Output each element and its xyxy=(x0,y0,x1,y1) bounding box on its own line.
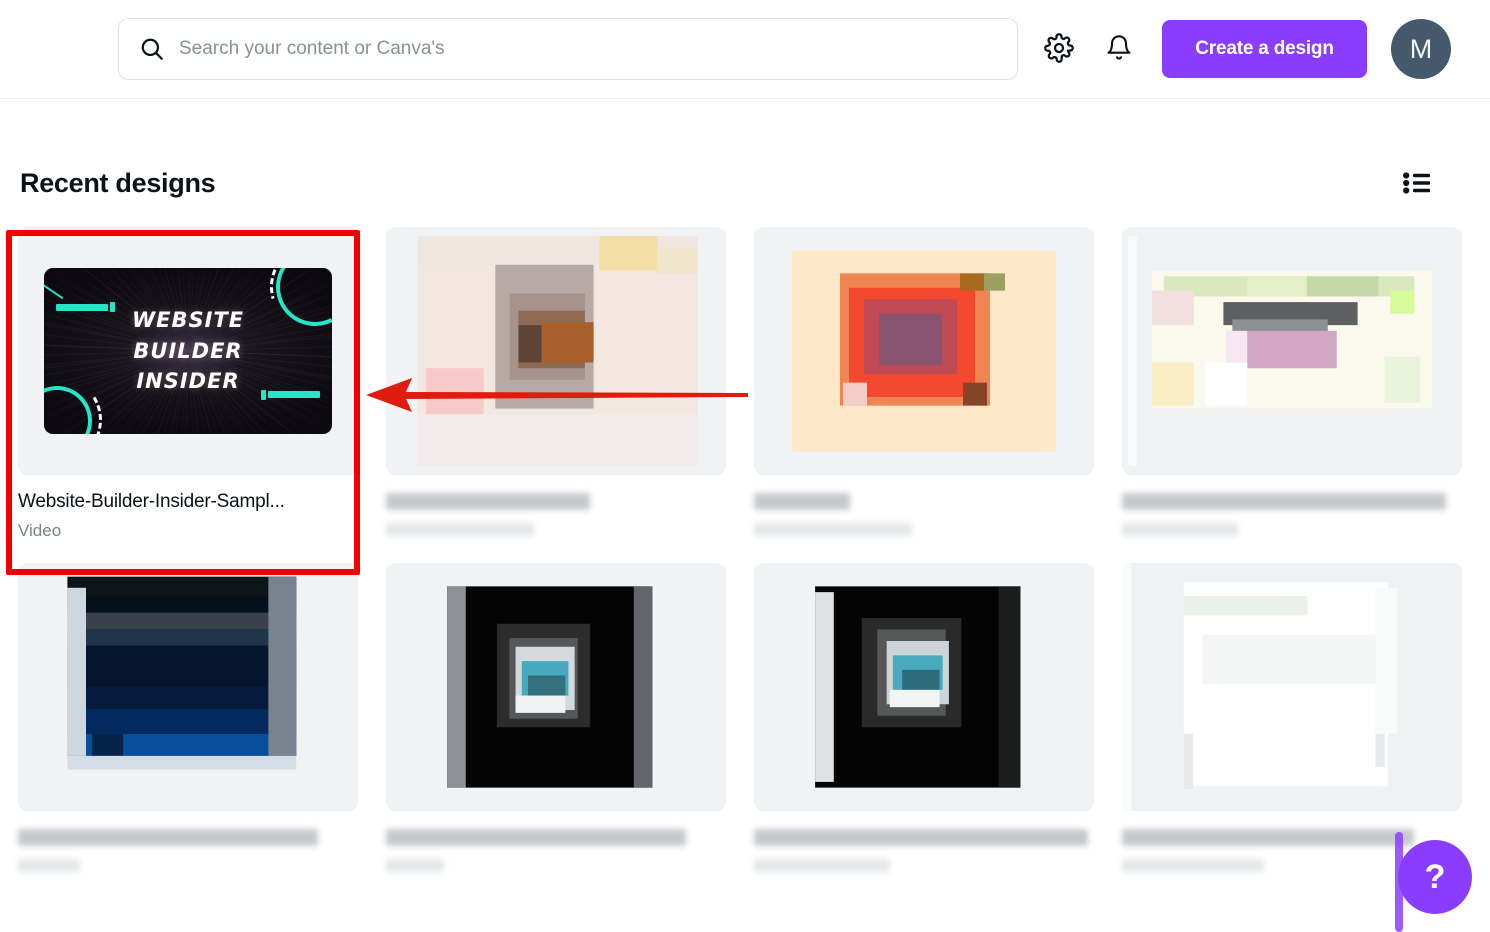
search-bar[interactable] xyxy=(118,18,1018,80)
main-content: Recent designs WEBSITE BUILDER INSIDER W… xyxy=(0,99,1490,932)
settings-button[interactable] xyxy=(1038,28,1080,70)
design-type-placeholder xyxy=(754,523,912,536)
design-card[interactable] xyxy=(1122,227,1462,541)
blurred-thumbnail-image xyxy=(784,572,1064,802)
design-thumbnail xyxy=(18,563,358,811)
design-card-featured[interactable]: WEBSITE BUILDER INSIDER Website-Builder-… xyxy=(18,227,358,541)
design-card[interactable] xyxy=(386,563,726,872)
design-thumbnail xyxy=(1122,563,1462,811)
design-card[interactable] xyxy=(754,563,1094,872)
blurred-thumbnail-image xyxy=(1128,236,1456,466)
design-title-placeholder xyxy=(754,493,850,510)
design-type-placeholder xyxy=(386,859,444,872)
design-thumbnail xyxy=(754,227,1094,475)
blurred-thumbnail-image xyxy=(18,563,358,811)
bell-icon xyxy=(1105,34,1133,65)
design-type-placeholder xyxy=(1122,859,1264,872)
blurred-thumbnail-image xyxy=(774,236,1074,466)
view-toggle-button[interactable] xyxy=(1399,169,1435,201)
design-title-placeholder xyxy=(1122,829,1414,846)
search-input[interactable] xyxy=(179,19,1017,79)
design-card[interactable] xyxy=(18,563,358,872)
design-title-placeholder xyxy=(386,829,686,846)
thumbnail-title-text: WEBSITE BUILDER INSIDER xyxy=(44,268,332,434)
design-type-placeholder xyxy=(18,859,80,872)
design-card[interactable] xyxy=(754,227,1094,541)
design-thumbnail: WEBSITE BUILDER INSIDER xyxy=(18,227,358,475)
design-type-placeholder xyxy=(1122,523,1238,536)
designs-grid: WEBSITE BUILDER INSIDER Website-Builder-… xyxy=(18,227,1470,872)
avatar[interactable]: M xyxy=(1391,19,1451,79)
design-title-placeholder xyxy=(18,829,318,846)
design-thumbnail xyxy=(1122,227,1462,475)
blurred-thumbnail-image xyxy=(1122,563,1462,811)
design-type-placeholder xyxy=(754,859,890,872)
design-card[interactable] xyxy=(1122,563,1462,872)
design-thumbnail xyxy=(386,227,726,475)
thumbnail-line-3: INSIDER xyxy=(136,369,240,394)
design-title-placeholder xyxy=(754,829,1088,846)
website-builder-insider-thumbnail: WEBSITE BUILDER INSIDER xyxy=(44,268,332,434)
blurred-thumbnail-image xyxy=(397,236,715,466)
create-design-button[interactable]: Create a design xyxy=(1162,20,1367,78)
design-card[interactable] xyxy=(386,227,726,541)
design-title: Website-Builder-Insider-Sampl... xyxy=(18,491,285,512)
search-icon xyxy=(139,36,165,62)
thumbnail-line-1: WEBSITE xyxy=(131,307,245,332)
help-button[interactable]: ? xyxy=(1398,840,1472,914)
design-title-placeholder xyxy=(1122,493,1446,510)
thumbnail-line-2: BUILDER xyxy=(133,338,243,363)
design-type: Video xyxy=(18,521,62,540)
list-view-icon xyxy=(1403,171,1431,200)
gear-icon xyxy=(1044,32,1074,66)
design-thumbnail xyxy=(386,563,726,811)
design-type-placeholder xyxy=(386,523,534,536)
notifications-button[interactable] xyxy=(1098,28,1140,70)
page-title: Recent designs xyxy=(20,168,216,198)
design-thumbnail xyxy=(754,563,1094,811)
app-header: Create a design M xyxy=(0,0,1490,99)
blurred-thumbnail-image xyxy=(416,572,696,802)
design-title-placeholder xyxy=(386,493,590,510)
